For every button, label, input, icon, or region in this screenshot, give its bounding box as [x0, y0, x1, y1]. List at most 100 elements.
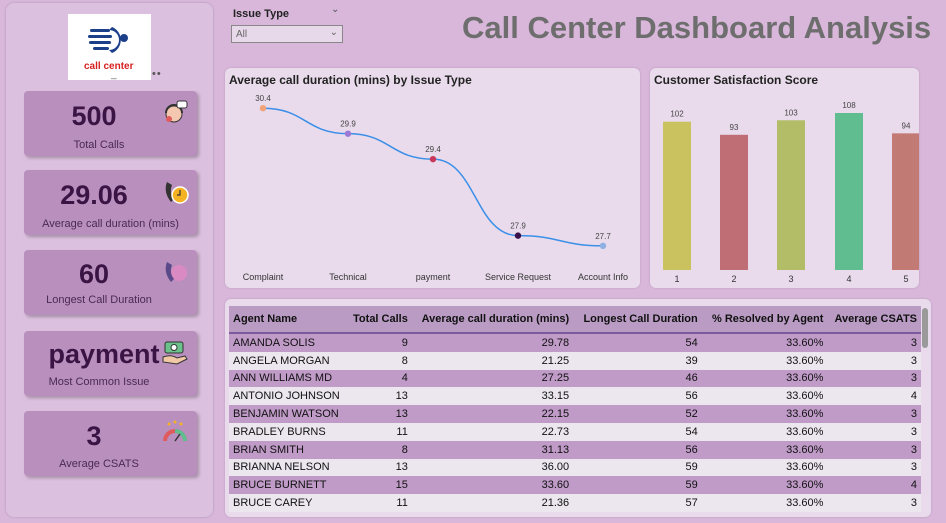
kpi-label: Average call duration (mins)	[42, 218, 179, 230]
issue-type-dropdown[interactable]: All ⌄	[231, 25, 343, 43]
table-scrollbar[interactable]	[921, 306, 929, 513]
data-label: 27.7	[595, 232, 611, 241]
table-row[interactable]: BRIANNA NELSON 13 36.00 59 33.60% 3	[229, 458, 921, 477]
scrollbar-thumb[interactable]	[922, 308, 928, 348]
kpi-value: payment	[48, 339, 160, 369]
bar[interactable]	[892, 133, 919, 270]
table-cell: 9	[346, 333, 412, 352]
column-header[interactable]: Total Calls	[346, 306, 412, 334]
table-row[interactable]: BRADLEY BURNS 11 22.73 54 33.60% 3	[229, 422, 921, 441]
x-tick-label: Complaint	[243, 272, 284, 282]
table-cell: 54	[573, 333, 702, 352]
kpi-label: Average CSATS	[59, 458, 139, 470]
table-cell: 56	[573, 440, 702, 459]
logo-graphic: call center	[84, 27, 134, 72]
phone-clock-icon	[165, 182, 189, 204]
table-cell: 33.60%	[701, 387, 828, 406]
bar[interactable]	[663, 121, 691, 270]
table-cell: 33.60%	[701, 458, 828, 477]
table-row[interactable]: BENJAMIN WATSON 13 22.15 52 33.60% 3	[229, 405, 921, 423]
data-point[interactable]	[599, 242, 607, 250]
bar[interactable]	[835, 113, 863, 270]
column-header[interactable]: % Resolved by Agent	[701, 306, 828, 334]
table-cell: 33.60%	[701, 351, 828, 370]
line-chart-panel: Average call duration (mins) by Issue Ty…	[225, 68, 640, 288]
table-body: AMANDA SOLIS 9 29.78 54 33.60% 3 ANGELA MORGAN…	[229, 333, 921, 512]
column-header[interactable]: Average call duration (mins)	[411, 306, 574, 334]
table-cell: 8	[346, 440, 412, 459]
table-cell: 21.36	[411, 494, 574, 512]
series-line	[262, 107, 604, 247]
slicer-selected-value: All	[236, 29, 248, 40]
table-cell: 46	[573, 369, 702, 388]
table-cell: 3	[827, 405, 921, 423]
column-header[interactable]: Longest Call Duration	[573, 306, 702, 334]
table-cell: 3	[827, 369, 921, 388]
chevron-down-icon[interactable]: ⌄	[331, 4, 339, 15]
logo-underscore: _	[111, 69, 117, 80]
table-header-row: Agent Name Total Calls Average call durati…	[229, 306, 921, 334]
table-cell: 52	[573, 405, 702, 423]
bar[interactable]	[777, 120, 805, 270]
table-cell: BRIANNA NELSON	[229, 458, 347, 477]
data-label: 29.4	[425, 145, 441, 154]
data-point[interactable]	[429, 155, 437, 163]
bar-chart-panel: Customer Satisfaction Score 102 1 93 2 103 3 1…	[650, 68, 919, 288]
data-label: 93	[730, 123, 739, 132]
table-cell: 21.25	[411, 351, 574, 370]
column-header[interactable]: Average CSATS	[827, 306, 921, 334]
table-cell: 36.00	[411, 458, 574, 477]
call-agent-icon	[165, 100, 188, 123]
table-cell: 33.60	[411, 476, 574, 495]
table-cell: 4	[346, 369, 412, 388]
slicer-title: Issue Type	[233, 8, 290, 20]
data-label: 102	[670, 110, 684, 119]
table-cell: 4	[827, 476, 921, 495]
table-row[interactable]: ANN WILLIAMS MD 4 27.25 46 33.60% 3	[229, 369, 921, 388]
data-label: 29.9	[340, 120, 356, 129]
table-row[interactable]: AMANDA SOLIS 9 29.78 54 33.60% 3	[229, 333, 921, 352]
table-cell: 33.60%	[701, 422, 828, 441]
table-cell: 3	[827, 458, 921, 477]
table-cell: 4	[827, 387, 921, 406]
kpi-value: 500	[71, 101, 117, 131]
table-cell: AMANDA SOLIS	[229, 333, 347, 352]
data-point[interactable]	[259, 104, 267, 112]
table-cell: BRIAN SMITH	[229, 440, 347, 459]
more-options-icon[interactable]: ••	[152, 68, 162, 80]
table-row[interactable]: BRIAN SMITH 8 31.13 56 33.60% 3	[229, 440, 921, 459]
table-cell: 3	[827, 333, 921, 352]
x-tick-label: 1	[674, 274, 679, 284]
agent-table-container[interactable]: Agent Name Total Calls Average call durati…	[229, 306, 921, 513]
table-cell: 22.73	[411, 422, 574, 441]
table-cell: 13	[346, 458, 412, 477]
table-cell: 8	[346, 351, 412, 370]
table-cell: 33.60%	[701, 333, 828, 352]
table-cell: 22.15	[411, 405, 574, 423]
table-cell: 13	[346, 405, 412, 423]
table-row[interactable]: ANTONIO JOHNSON 13 33.15 56 33.60% 4	[229, 387, 921, 406]
table-cell: 13	[346, 387, 412, 406]
table-cell: 33.60%	[701, 476, 828, 495]
table-cell: 15	[346, 476, 412, 495]
satisfaction-gauge-icon	[163, 420, 187, 442]
dropdown-arrow-icon: ⌄	[329, 27, 338, 38]
table-row[interactable]: BRUCE BURNETT 15 33.60 59 33.60% 4	[229, 476, 921, 495]
kpi-label: Total Calls	[73, 139, 125, 151]
table-cell: 11	[346, 422, 412, 441]
table-row[interactable]: BRUCE CAREY 11 21.36 57 33.60% 3	[229, 494, 921, 512]
x-tick-label: Account Info	[578, 272, 628, 282]
bar[interactable]	[720, 134, 748, 270]
kpi-value: 3	[86, 421, 102, 451]
column-header[interactable]: Agent Name	[229, 306, 347, 334]
phone-icon	[165, 262, 187, 282]
table-cell: 56	[573, 387, 702, 406]
table-row[interactable]: ANGELA MORGAN 8 21.25 39 33.60% 3	[229, 351, 921, 370]
data-point[interactable]	[514, 232, 522, 239]
table-cell: 29.78	[411, 333, 574, 352]
table-cell: 3	[827, 422, 921, 441]
data-point[interactable]	[344, 130, 352, 137]
table-cell: BRADLEY BURNS	[229, 422, 347, 441]
table-cell: BRUCE CAREY	[229, 494, 347, 512]
table-cell: 33.60%	[701, 440, 828, 459]
